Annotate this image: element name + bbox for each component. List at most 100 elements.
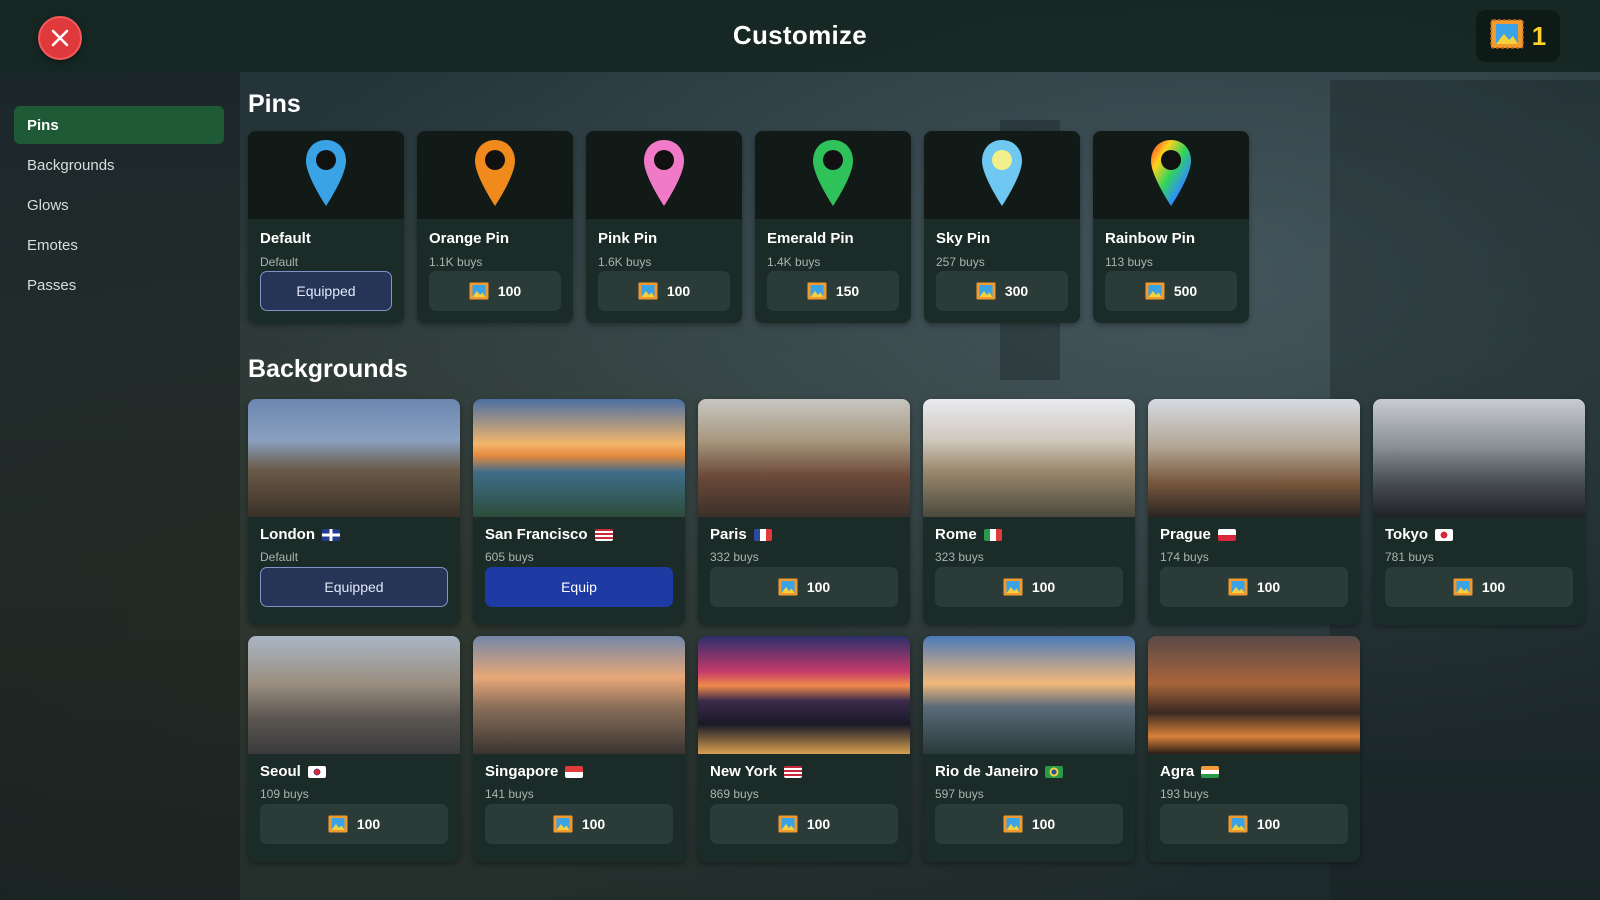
city-name: San Francisco [485, 526, 613, 543]
button-label: Equipped [296, 283, 356, 299]
background-card[interactable]: Rome 323 buys 100 [923, 399, 1135, 625]
city-name: Rome [935, 526, 1002, 543]
stamp-icon [553, 815, 573, 833]
pin-preview [417, 131, 573, 219]
sidebar-item-emotes[interactable]: Emotes [14, 226, 224, 264]
city-name: Seoul [260, 763, 326, 780]
background-card[interactable]: Prague 174 buys 100 [1148, 399, 1360, 625]
buy-button[interactable]: 100 [1160, 804, 1348, 844]
pin-card[interactable]: Rainbow Pin 113 buys 500 [1093, 131, 1249, 323]
city-thumbnail [923, 636, 1135, 754]
us-flag [594, 528, 613, 541]
pin-card[interactable]: Orange Pin 1.1K buys 100 [417, 131, 573, 323]
pin-buys: 1.1K buys [429, 255, 483, 269]
page-title: Customize [732, 20, 868, 50]
sidebar-item-backgrounds[interactable]: Backgrounds [14, 146, 224, 184]
jp-flag [1435, 528, 1454, 541]
buy-button[interactable]: 100 [1160, 567, 1348, 607]
background-card[interactable]: Rio de Janeiro 597 buys 100 [923, 636, 1135, 862]
background-card[interactable]: Singapore 141 buys 100 [473, 636, 685, 862]
pin-name: Rainbow Pin [1105, 230, 1195, 247]
stamp-icon [1228, 815, 1248, 833]
sidebar: Pins Backgrounds Glows Emotes Passes [14, 106, 224, 306]
city-buys: 141 buys [485, 787, 534, 801]
pin-buys: 113 buys [1105, 255, 1153, 269]
buy-button[interactable]: 100 [598, 271, 730, 311]
city-name: Paris [710, 526, 772, 543]
city-thumbnail [248, 399, 460, 517]
stamp-icon [469, 282, 489, 300]
buy-button[interactable]: 100 [429, 271, 561, 311]
city-buys: 109 buys [260, 787, 309, 801]
background-card[interactable]: London Default Equipped [248, 399, 460, 625]
stamp-icon [1453, 578, 1473, 596]
buy-button[interactable]: 100 [710, 804, 898, 844]
backgrounds-section-title: Backgrounds [248, 355, 408, 383]
background-card[interactable]: Paris 332 buys 100 [698, 399, 910, 625]
buy-button[interactable]: 100 [710, 567, 898, 607]
sidebar-item-glows[interactable]: Glows [14, 186, 224, 224]
map-pin-icon [1149, 138, 1193, 213]
pins-section-title: Pins [248, 90, 301, 118]
buy-button[interactable]: 100 [260, 804, 448, 844]
background-card[interactable]: Seoul 109 buys 100 [248, 636, 460, 862]
city-buys: 193 buys [1160, 787, 1209, 801]
sidebar-item-passes[interactable]: Passes [14, 266, 224, 304]
stamp-icon [638, 282, 658, 300]
pin-card[interactable]: Pink Pin 1.6K buys 100 [586, 131, 742, 323]
price-label: 100 [1256, 579, 1281, 595]
price-label: 100 [1031, 816, 1056, 832]
city-buys: Default [260, 550, 299, 564]
background-card[interactable]: Agra 193 buys 100 [1148, 636, 1360, 862]
city-name-text: New York [710, 763, 777, 780]
buy-button[interactable]: 150 [767, 271, 899, 311]
city-thumbnail [473, 636, 685, 754]
price-label: 100 [1481, 579, 1506, 595]
map-pin-icon [304, 138, 348, 213]
city-buys: 869 buys [710, 787, 759, 801]
equip-button[interactable]: Equip [485, 567, 673, 607]
stamp-icon [1003, 578, 1023, 596]
city-buys: 597 buys [935, 787, 984, 801]
buy-button[interactable]: 500 [1105, 271, 1237, 311]
equipped-button[interactable]: Equipped [260, 567, 448, 607]
background-card[interactable]: San Francisco 605 buys Equip [473, 399, 685, 625]
equipped-button[interactable]: Equipped [260, 271, 392, 311]
pin-card[interactable]: Sky Pin 257 buys 300 [924, 131, 1080, 323]
buy-button[interactable]: 100 [935, 567, 1123, 607]
price-label: 100 [356, 816, 381, 832]
pin-buys: 1.4K buys [767, 255, 821, 269]
pin-buys: Default [260, 255, 299, 269]
city-name-text: Rio de Janeiro [935, 763, 1039, 780]
pin-card[interactable]: Default Default Equipped [248, 131, 404, 323]
city-name-text: Agra [1160, 763, 1195, 780]
city-buys: 332 buys [710, 550, 759, 564]
background-card[interactable]: New York 869 buys 100 [698, 636, 910, 862]
buy-button[interactable]: 300 [936, 271, 1068, 311]
pin-buys: 257 buys [936, 255, 985, 269]
currency-count: 1 [1531, 20, 1547, 51]
pin-name: Emerald Pin [767, 230, 854, 247]
city-name-text: Seoul [260, 763, 301, 780]
background-card[interactable]: Tokyo 781 buys 100 [1373, 399, 1585, 625]
city-name: Prague [1160, 526, 1236, 543]
sidebar-item-pins[interactable]: Pins [14, 106, 224, 144]
city-buys: 323 buys [935, 550, 984, 564]
stamp-icon [328, 815, 348, 833]
price-label: 100 [497, 283, 522, 299]
buy-button[interactable]: 100 [485, 804, 673, 844]
map-pin-icon [980, 138, 1024, 213]
buy-button[interactable]: 100 [1385, 567, 1573, 607]
city-thumbnail [1148, 636, 1360, 754]
price-label: 100 [666, 283, 691, 299]
city-name-text: Paris [710, 526, 747, 543]
fr-flag [753, 528, 772, 541]
buy-button[interactable]: 100 [935, 804, 1123, 844]
city-name-text: Rome [935, 526, 977, 543]
city-thumbnail [698, 399, 910, 517]
price-label: 100 [806, 579, 831, 595]
city-name-text: San Francisco [485, 526, 588, 543]
pin-card[interactable]: Emerald Pin 1.4K buys 150 [755, 131, 911, 323]
pin-preview [248, 131, 404, 219]
price-label: 150 [835, 283, 860, 299]
